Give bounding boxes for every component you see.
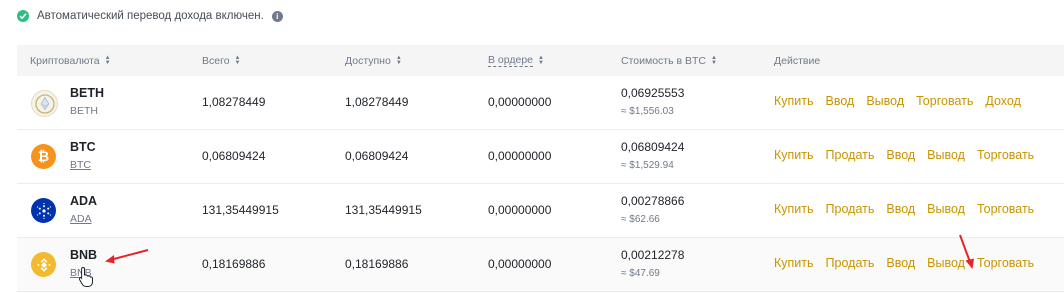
usd-value: ≈ $1,529.94 [621,160,674,171]
deposit-link[interactable]: Ввод [886,148,915,162]
trade-link[interactable]: Торговать [977,202,1034,216]
total-value: 0,06809424 [202,149,266,163]
btc-coin-icon: ₿ [31,144,56,169]
coin-name[interactable]: ADA [70,213,92,225]
withdraw-link[interactable]: Вывод [927,148,965,162]
sort-icon: ▲ ▼ [710,54,717,66]
in-order-value: 0,00000000 [488,203,552,217]
trade-link[interactable]: Торговать [977,148,1034,162]
sell-link[interactable]: Продать [826,202,875,216]
usd-value: ≈ $1,556.03 [621,106,674,117]
btc-value: 0,00212278 [621,248,685,262]
buy-link[interactable]: Купить [774,202,814,216]
annotation-arrow-icon [959,234,974,269]
col-action-header: Действие [774,54,821,67]
row-actions: Купить Продать Ввод Вывод Торговать [774,148,1046,162]
total-value: 0,18169886 [202,257,266,271]
btc-value: 0,06809424 [621,140,685,154]
col-total-header[interactable]: Всего ▲ ▼ [202,45,241,76]
coin-symbol: BETH [70,86,105,100]
sort-icon: ▲ ▼ [395,54,402,66]
bnb-coin-icon [31,252,56,277]
sort-icon: ▲ ▼ [234,54,241,66]
deposit-link[interactable]: Ввод [886,202,915,216]
btc-value: 0,06925553 [621,86,685,100]
usd-value: ≈ $62.66 [621,214,660,225]
buy-link[interactable]: Купить [774,148,814,162]
deposit-link[interactable]: Ввод [826,94,855,108]
available-value: 0,06809424 [345,149,409,163]
in-order-value: 0,00000000 [488,257,552,271]
annotation-arrow-icon [105,249,149,264]
available-value: 1,08278449 [345,95,409,109]
notice-text: Автоматический перевод дохода включен. [37,10,264,22]
pointer-cursor-icon [78,266,93,287]
in-order-value: 0,00000000 [488,149,552,163]
total-value: 131,35449915 [202,203,279,217]
coin-symbol: BTC [70,140,96,154]
table-header: Криптовалюта ▲ ▼ Всего ▲ ▼ Доступно ▲ ▼ В о… [17,45,1064,76]
sort-icon: ▲ ▼ [538,54,544,66]
coin-name: BETH [70,105,99,117]
btc-value: 0,00278866 [621,194,685,208]
row-actions: Купить Ввод Вывод Торговать Доход [774,94,1033,108]
earn-link[interactable]: Доход [985,94,1021,108]
ada-coin-icon [31,198,56,223]
coin-symbol: ADA [70,194,98,208]
trade-link[interactable]: Торговать [977,256,1034,270]
row-actions: Купить Продать Ввод Вывод Торговать [774,202,1046,216]
col-in-order-header[interactable]: В ордере ▲ ▼ [488,45,544,76]
buy-link[interactable]: Купить [774,256,814,270]
available-value: 131,35449915 [345,203,422,217]
buy-link[interactable]: Купить [774,94,814,108]
total-value: 1,08278449 [202,95,266,109]
sort-icon: ▲ ▼ [104,54,111,66]
withdraw-link[interactable]: Вывод [866,94,904,108]
col-coin-header[interactable]: Криптовалюта ▲ ▼ [30,45,111,76]
check-circle-icon [17,10,29,22]
table-row: BNB BNB 0,18169886 0,18169886 0,00000000… [17,238,1064,292]
assets-table: Криптовалюта ▲ ▼ Всего ▲ ▼ Доступно ▲ ▼ В о… [17,45,1064,292]
col-available-header[interactable]: Доступно ▲ ▼ [345,45,402,76]
coin-name[interactable]: BTC [70,159,91,171]
deposit-link[interactable]: Ввод [886,256,915,270]
usd-value: ≈ $47.69 [621,268,660,279]
withdraw-link[interactable]: Вывод [927,202,965,216]
beth-coin-icon [31,90,58,117]
table-row: BETH BETH 1,08278449 1,08278449 0,000000… [17,76,1064,130]
trade-link[interactable]: Торговать [916,94,973,108]
sell-link[interactable]: Продать [826,256,875,270]
row-actions: Купить Продать Ввод Вывод Торговать [774,256,1046,270]
table-row: ₿ BTC BTC 0,06809424 0,06809424 0,000000… [17,130,1064,184]
in-order-value: 0,00000000 [488,95,552,109]
info-icon[interactable]: i [271,10,283,22]
table-row: ADA ADA 131,35449915 131,35449915 0,0000… [17,184,1064,238]
auto-transfer-notice: Автоматический перевод дохода включен. i [17,8,283,24]
available-value: 0,18169886 [345,257,409,271]
col-btc-value-header[interactable]: Стоимость в BTC ▲ ▼ [621,45,717,76]
coin-symbol: BNB [70,248,98,262]
sell-link[interactable]: Продать [826,148,875,162]
